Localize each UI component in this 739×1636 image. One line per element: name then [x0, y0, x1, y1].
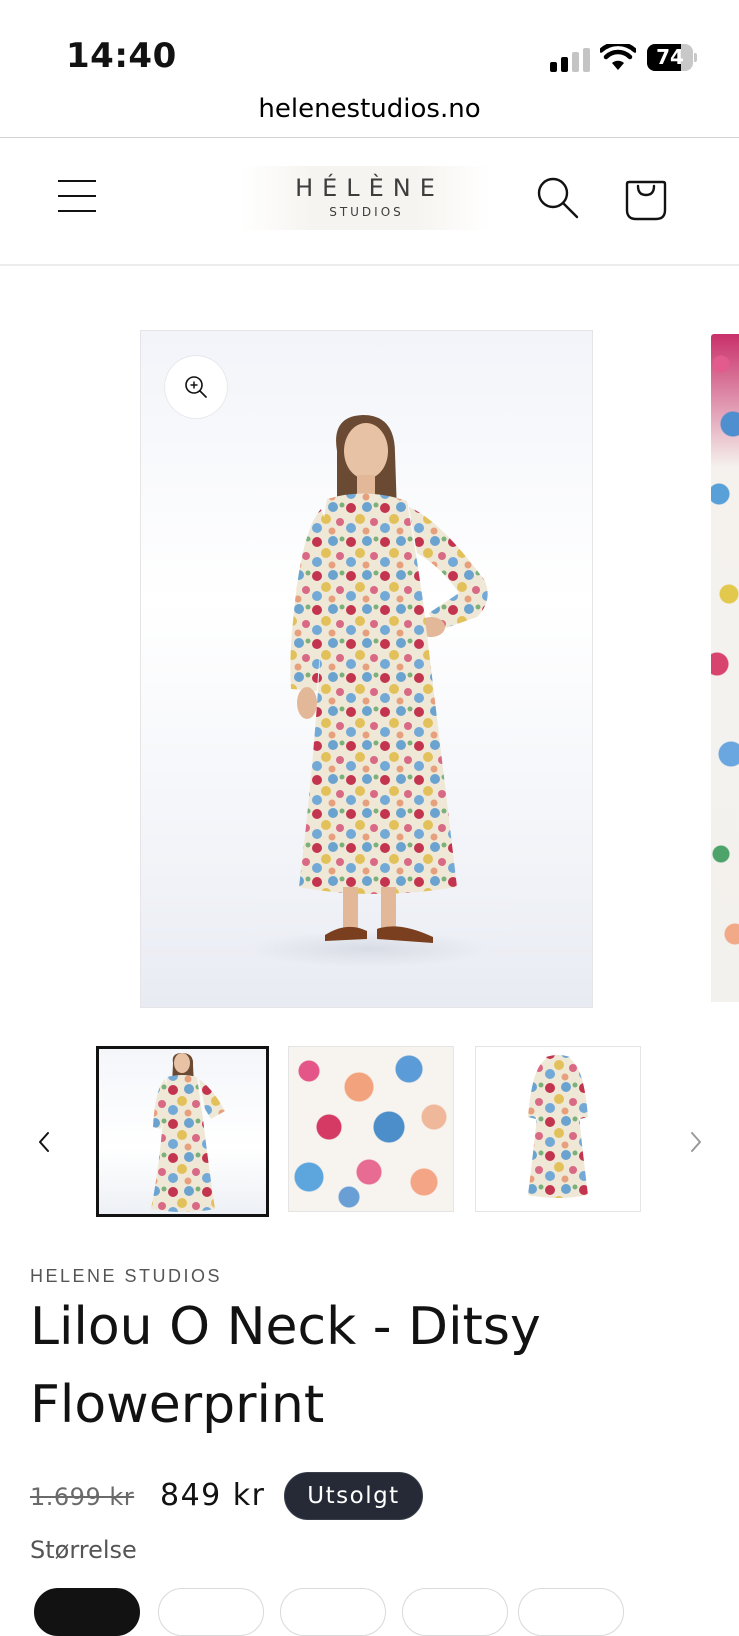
site-logo[interactable]: HÉLÈNE STUDIOS [240, 166, 490, 230]
logo-main-text: HÉLÈNE [295, 174, 444, 202]
signal-icon [550, 48, 590, 72]
thumbnail-dress-photo [528, 1055, 588, 1198]
wifi-icon [600, 44, 636, 70]
thumbnail-prev-button[interactable] [30, 1124, 58, 1160]
search-button[interactable] [536, 176, 580, 220]
product-next-image-peek[interactable] [711, 334, 739, 1002]
thumbnail-2[interactable] [288, 1046, 454, 1212]
logo-sub-text: STUDIOS [329, 205, 404, 219]
product-main-image[interactable] [140, 330, 593, 1008]
size-option[interactable] [402, 1588, 508, 1636]
zoom-button[interactable] [165, 356, 227, 418]
chevron-left-icon [39, 1132, 49, 1152]
battery-icon: 74 [647, 44, 697, 71]
price-sale: 849 kr [160, 1478, 266, 1513]
sold-out-badge: Utsolgt [284, 1472, 423, 1520]
thumbnail-model-photo [151, 1053, 225, 1212]
size-label: Størrelse [30, 1536, 137, 1564]
header-divider [0, 264, 739, 266]
thumbnail-next-button[interactable] [682, 1124, 710, 1160]
size-option[interactable] [158, 1588, 264, 1636]
chevron-right-icon [691, 1132, 701, 1152]
search-icon [537, 177, 579, 219]
size-option[interactable] [518, 1588, 624, 1636]
size-option[interactable] [280, 1588, 386, 1636]
product-vendor: HELENE STUDIOS [30, 1266, 223, 1286]
zoom-in-icon [185, 376, 207, 398]
address-bar-divider [0, 137, 739, 138]
price-regular: 1.699 kr [30, 1483, 135, 1511]
thumbnail-3[interactable] [475, 1046, 641, 1212]
cart-icon [625, 180, 667, 221]
menu-button[interactable] [56, 176, 100, 216]
cart-button[interactable] [622, 174, 670, 222]
address-bar-url[interactable]: helenestudios.no [0, 94, 739, 124]
model-photo [249, 415, 489, 967]
thumbnail-1[interactable] [96, 1046, 269, 1217]
size-option-selected[interactable] [34, 1588, 140, 1636]
menu-icon [58, 180, 96, 182]
status-time: 14:40 [66, 36, 177, 76]
battery-percent: 74 [656, 45, 684, 69]
product-title: Lilou O Neck - Ditsy Flowerprint [30, 1297, 541, 1435]
